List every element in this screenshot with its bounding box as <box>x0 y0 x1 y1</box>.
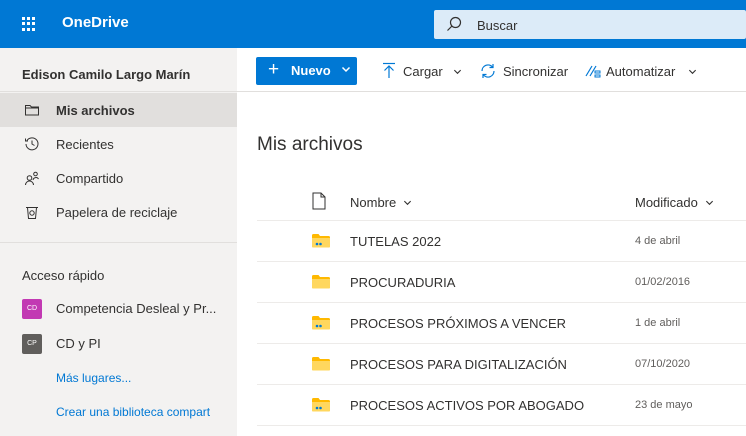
file-modified: 23 de mayo <box>635 399 693 411</box>
app-launcher-icon[interactable] <box>22 17 36 31</box>
column-name-label: Nombre <box>350 195 397 210</box>
folder-icon <box>312 275 330 289</box>
upload-icon <box>383 62 395 78</box>
file-type-icon[interactable] <box>312 192 326 210</box>
site-badge-icon: CP <box>22 334 42 354</box>
file-row[interactable]: TUTELAS 2022 4 de abril <box>257 221 746 262</box>
page-title: Mis archivos <box>257 134 363 155</box>
file-modified: 1 de abril <box>635 317 681 329</box>
create-library-link[interactable]: Crear una biblioteca compart <box>56 405 210 419</box>
chevron-down-icon <box>705 200 713 206</box>
more-places-link[interactable]: Más lugares... <box>56 371 131 385</box>
file-modified: 01/02/2016 <box>635 276 691 288</box>
chevron-down-icon <box>688 69 697 75</box>
quick-access-label: CD y PI <box>56 336 101 351</box>
new-button-label: Nuevo <box>291 63 331 78</box>
sync-button[interactable]: Sincronizar <box>479 62 569 82</box>
new-button[interactable]: + Nuevo <box>256 57 357 85</box>
site-badge-icon: CD <box>22 299 42 319</box>
automate-button[interactable]: Automatizar <box>584 62 699 82</box>
chevron-down-icon <box>453 69 462 75</box>
sync-icon <box>481 64 495 78</box>
recycle-bin-icon <box>26 207 38 219</box>
divider <box>0 242 237 243</box>
file-row[interactable]: PROCESOS PRÓXIMOS A VENCER 1 de abril <box>257 303 746 344</box>
nav-item-shared[interactable]: Compartido <box>0 161 237 195</box>
command-bar: + Nuevo Cargar Sincronizar Automatizar <box>237 48 746 92</box>
column-header-modified[interactable]: Modificado <box>635 195 714 210</box>
column-modified-label: Modificado <box>635 195 698 210</box>
column-header-name[interactable]: Nombre <box>350 195 412 210</box>
shared-folder-icon <box>312 316 330 330</box>
automate-label: Automatizar <box>606 64 676 79</box>
list-header: Nombre Modificado <box>257 183 746 221</box>
nav-item-label: Mis archivos <box>56 103 135 118</box>
file-modified: 07/10/2020 <box>635 358 691 370</box>
folder-icon <box>312 357 330 371</box>
search-input[interactable]: Buscar <box>477 18 517 33</box>
file-modified: 4 de abril <box>635 235 681 247</box>
file-name[interactable]: PROCESOS PRÓXIMOS A VENCER <box>350 316 566 331</box>
nav-item-label: Papelera de reciclaje <box>56 205 178 220</box>
upload-label: Cargar <box>403 64 443 79</box>
chevron-down-icon <box>341 66 351 73</box>
sync-label: Sincronizar <box>503 64 569 79</box>
chevron-down-icon <box>403 200 411 206</box>
nav-item-recycle-bin[interactable]: Papelera de reciclaje <box>0 195 237 229</box>
quick-access-title: Acceso rápido <box>22 268 105 283</box>
people-icon <box>25 171 39 186</box>
top-bar: OneDrive Buscar <box>0 0 746 48</box>
quick-access-item[interactable]: CD Competencia Desleal y Pr... <box>22 297 237 321</box>
file-name[interactable]: PROCESOS PARA DIGITALIZACIÓN <box>350 357 567 372</box>
file-row[interactable]: PROCESOS ACTIVOS POR ABOGADO 23 de mayo <box>257 385 746 426</box>
file-name[interactable]: PROCURADURIA <box>350 275 455 290</box>
shared-folder-icon <box>312 398 330 412</box>
folder-icon <box>25 105 39 116</box>
file-name[interactable]: TUTELAS 2022 <box>350 234 441 249</box>
flow-icon <box>585 65 601 78</box>
nav-item-label: Recientes <box>56 137 114 152</box>
left-nav: Edison Camilo Largo Marín Mis archivos R… <box>0 48 237 436</box>
upload-button[interactable]: Cargar <box>381 62 465 82</box>
clock-icon <box>25 137 39 151</box>
app-title[interactable]: OneDrive <box>62 14 129 31</box>
file-row[interactable]: PROCURADURIA 01/02/2016 <box>257 262 746 303</box>
search-icon <box>447 16 462 31</box>
file-name[interactable]: PROCESOS ACTIVOS POR ABOGADO <box>350 398 584 413</box>
divider <box>0 91 237 92</box>
file-row[interactable]: PROCESOS PARA DIGITALIZACIÓN 07/10/2020 <box>257 344 746 385</box>
nav-item-my-files[interactable]: Mis archivos <box>0 93 237 127</box>
search-box[interactable]: Buscar <box>434 10 746 39</box>
user-name: Edison Camilo Largo Marín <box>22 67 191 82</box>
nav-item-recent[interactable]: Recientes <box>0 127 237 161</box>
quick-access-label: Competencia Desleal y Pr... <box>56 301 217 316</box>
nav-item-label: Compartido <box>56 171 124 186</box>
plus-icon: + <box>268 59 280 80</box>
quick-access-item[interactable]: CP CD y PI <box>22 332 237 356</box>
shared-folder-icon <box>312 234 330 248</box>
